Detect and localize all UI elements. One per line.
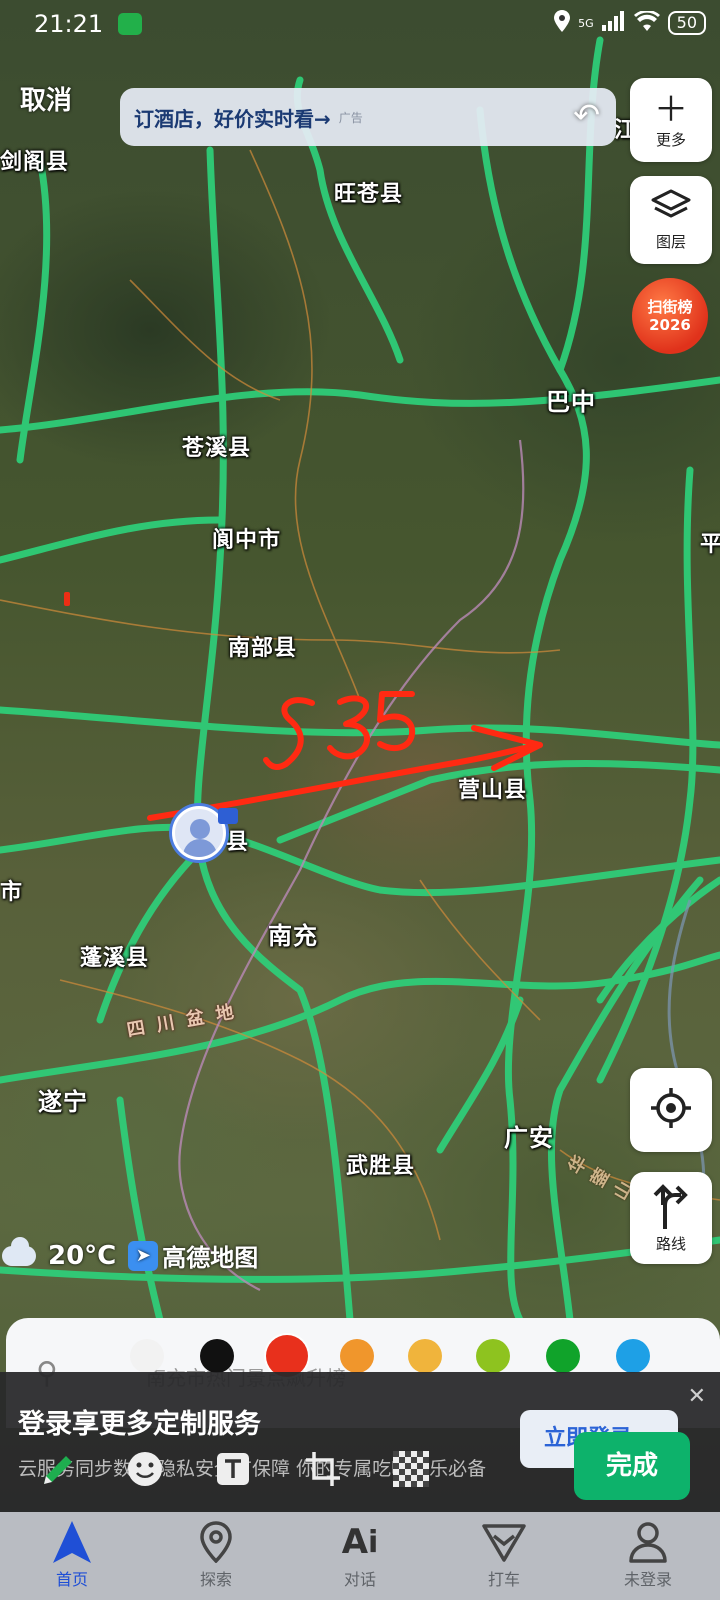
route-label: 路线 — [655, 1234, 686, 1253]
color-orange[interactable] — [340, 1339, 374, 1373]
layers-button[interactable]: 图层 — [630, 176, 712, 264]
wechat-notification-icon — [118, 13, 142, 35]
color-lime[interactable] — [476, 1339, 510, 1373]
place-pengxi[interactable]: 蓬溪县 — [80, 940, 149, 972]
place-jiange[interactable]: 剑阁县 — [0, 144, 69, 176]
route-button[interactable]: 路线 — [630, 1172, 712, 1264]
scan-line2: 2026 — [649, 316, 691, 334]
more-label: 更多 — [655, 130, 686, 149]
place-suining[interactable]: 遂宁 — [38, 1082, 88, 1117]
layers-icon — [651, 189, 691, 231]
place-county-partial[interactable]: 县 — [226, 824, 249, 856]
tab-taxi[interactable]: 打车 — [432, 1512, 576, 1600]
color-red[interactable] — [266, 1335, 308, 1377]
location-marker-icon — [218, 808, 238, 824]
ai-sparkle-icon: Ai — [341, 1522, 379, 1562]
color-green[interactable] — [546, 1339, 580, 1373]
status-bar: 21:21 5G 50 — [0, 0, 720, 48]
color-black[interactable] — [200, 1339, 234, 1373]
place-edge-left[interactable]: 市 — [0, 874, 23, 906]
signal-icon — [601, 11, 626, 35]
navigation-arrow-icon — [53, 1518, 91, 1566]
tab-explore[interactable]: 探索 — [144, 1512, 288, 1600]
place-nanchong[interactable]: 南充 — [268, 916, 318, 951]
tab-profile-label: 未登录 — [623, 1570, 672, 1589]
bottom-tab-bar: 首页 探索 Ai 对话 打车 未登录 — [0, 1512, 720, 1600]
done-button[interactable]: 完成 — [574, 1432, 690, 1500]
undo-icon[interactable]: ↶ — [573, 96, 600, 134]
scan-line1: 扫街榜 — [647, 298, 693, 316]
plus-icon: ＋ — [654, 89, 688, 130]
place-nanbu[interactable]: 南部县 — [228, 630, 297, 662]
color-amber[interactable] — [408, 1339, 442, 1373]
mosaic-icon[interactable] — [388, 1446, 434, 1492]
tab-taxi-label: 打车 — [487, 1570, 520, 1589]
text-tool-icon[interactable] — [210, 1446, 256, 1492]
ad-tag: 广告 — [338, 110, 363, 125]
close-icon[interactable]: ✕ — [688, 1384, 706, 1409]
place-wangcang[interactable]: 旺苍县 — [334, 176, 403, 208]
locate-me-button[interactable] — [630, 1068, 712, 1152]
place-langzhong[interactable]: 阆中市 — [212, 522, 281, 554]
tab-profile[interactable]: 未登录 — [576, 1512, 720, 1600]
place-wusheng[interactable]: 武胜县 — [346, 1148, 415, 1180]
ad-text: 订酒店，好价实时看→ — [134, 106, 331, 131]
hotel-ad-banner[interactable]: 订酒店，好价实时看→ 广告 ↶ — [120, 88, 616, 146]
tab-chat-label: 对话 — [343, 1570, 376, 1589]
tab-explore-label: 探索 — [199, 1570, 232, 1589]
crosshair-icon — [649, 1086, 693, 1134]
street-ranking-button[interactable]: 扫街榜 2026 — [632, 278, 708, 354]
tab-home[interactable]: 首页 — [0, 1512, 144, 1600]
more-button[interactable]: ＋ 更多 — [630, 78, 712, 162]
weather-widget[interactable]: 20°C ➤ 高德地图 — [2, 1236, 258, 1273]
place-edge-right[interactable]: 平 — [700, 526, 720, 558]
pen-icon[interactable] — [36, 1446, 82, 1492]
brand-name: 高德地图 — [162, 1244, 259, 1272]
amap-logo: ➤ 高德地图 — [128, 1238, 258, 1273]
place-guangan[interactable]: 广安 — [504, 1118, 554, 1153]
location-status-icon — [554, 10, 571, 36]
user-icon — [628, 1518, 668, 1566]
status-time: 21:21 — [34, 10, 104, 38]
wifi-icon — [633, 9, 660, 35]
color-white[interactable] — [130, 1339, 164, 1373]
battery-indicator: 50 — [667, 11, 706, 35]
layers-label: 图层 — [655, 232, 686, 251]
network-label: 5G — [578, 16, 594, 30]
cancel-button[interactable]: 取消 — [20, 80, 72, 117]
place-bazhong[interactable]: 巴中 — [546, 382, 596, 417]
cloud-icon — [2, 1236, 36, 1266]
emoji-icon[interactable] — [122, 1446, 168, 1492]
color-blue[interactable] — [616, 1339, 650, 1373]
login-title: 登录享更多定制服务 — [18, 1409, 261, 1440]
tab-home-label: 首页 — [55, 1570, 88, 1589]
paper-plane-icon: ➤ — [128, 1240, 159, 1271]
taxi-icon — [482, 1518, 526, 1566]
place-cangxi[interactable]: 苍溪县 — [182, 430, 251, 462]
crop-rotate-icon[interactable] — [300, 1446, 346, 1492]
location-pin-icon — [199, 1518, 233, 1566]
tab-chat[interactable]: Ai 对话 — [288, 1512, 432, 1600]
temperature: 20°C — [48, 1240, 117, 1271]
place-yingshan[interactable]: 营山县 — [458, 772, 527, 804]
route-arrow-icon — [651, 1183, 691, 1233]
